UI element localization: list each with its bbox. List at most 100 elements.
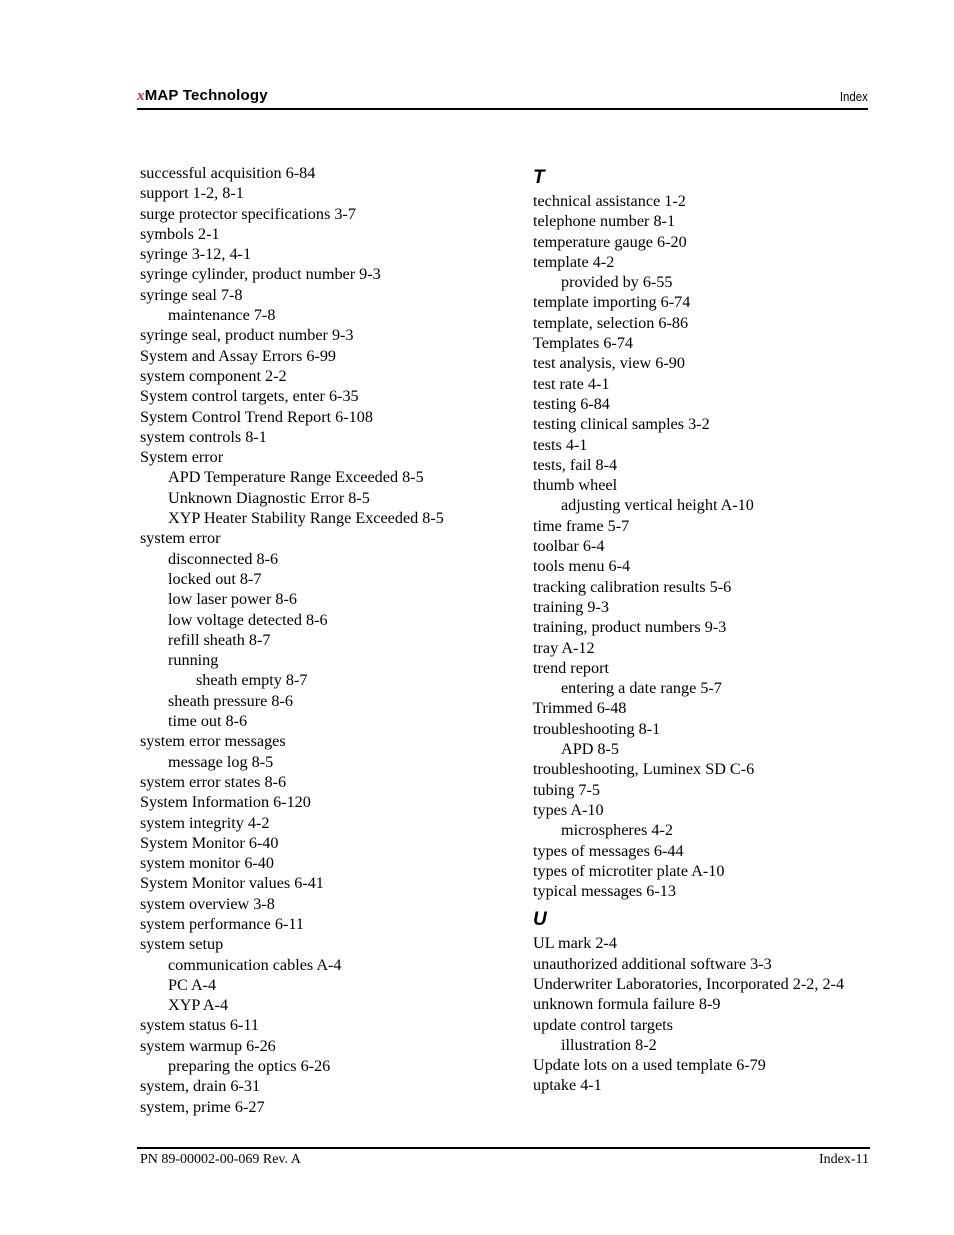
index-entry: System and Assay Errors 6-99 [140, 346, 337, 365]
index-entry: system error [140, 529, 221, 548]
index-entry: testing 6-84 [533, 394, 610, 413]
index-entry: system, drain 6-31 [140, 1077, 261, 1096]
index-subentry: adjusting vertical height A-10 [561, 496, 754, 515]
index-entry: system overview 3-8 [140, 894, 275, 913]
index-entry: syringe 3-12, 4-1 [140, 245, 252, 264]
index-entry: unknown formula failure 8-9 [533, 995, 721, 1014]
index-entry: tests 4-1 [533, 435, 588, 454]
index-entry: system component 2-2 [140, 366, 287, 385]
index-entry: UL mark 2-4 [533, 934, 617, 953]
index-subentry: illustration 8-2 [561, 1035, 657, 1054]
brand-prefix: x [137, 88, 145, 104]
index-entry: typical messages 6-13 [533, 882, 676, 901]
index-entry: syringe seal, product number 9-3 [140, 326, 354, 345]
index-entry: troubleshooting 8-1 [533, 719, 661, 738]
index-entry: testing clinical samples 3-2 [533, 415, 710, 434]
index-entry: System Information 6-120 [140, 793, 311, 812]
index-entry: technical assistance 1-2 [533, 192, 686, 210]
index-entry: tools menu 6-4 [533, 557, 631, 576]
index-entry: update control targets [533, 1015, 673, 1034]
index-subentry: refill sheath 8-7 [168, 630, 271, 649]
index-entry: types of messages 6-44 [533, 841, 684, 860]
index-subentry: provided by 6-55 [561, 273, 673, 292]
index-entry: system setup [140, 935, 224, 954]
index-subentry: low voltage detected 8-6 [168, 610, 328, 629]
index-entry: Trimmed 6-48 [533, 699, 627, 718]
index-subentry: sheath empty 8-7 [196, 671, 308, 690]
index-entry: unauthorized additional software 3-3 [533, 954, 772, 973]
index-entry: toolbar 6-4 [533, 537, 605, 556]
index-subentry: preparing the optics 6-26 [168, 1057, 331, 1076]
index-subentry: XYP Heater Stability Range Exceeded 8-5 [168, 509, 444, 528]
index-entry: system status 6-11 [140, 1016, 260, 1035]
index-letter-heading: U [533, 909, 547, 931]
index-subentry: message log 8-5 [168, 752, 274, 771]
index-entry: system monitor 6-40 [140, 854, 274, 873]
header-divider [137, 108, 868, 110]
index-subentry: low laser power 8-6 [168, 590, 298, 609]
index-entry: system integrity 4-2 [140, 813, 270, 832]
index-subentry: sheath pressure 8-6 [168, 691, 293, 710]
index-entry: temperature gauge 6-20 [533, 232, 687, 251]
index-entry: surge protector specifications 3-7 [140, 204, 356, 223]
index-entry: successful acquisition 6-84 [140, 164, 316, 182]
index-subentry: time out 8-6 [168, 712, 248, 731]
index-entry: telephone number 8-1 [533, 212, 676, 231]
index-entry: tests, fail 8-4 [533, 455, 618, 474]
index-entry: test rate 4-1 [533, 374, 610, 393]
page-header: xMAP Technology Index [137, 87, 868, 109]
index-entry: template importing 6-74 [533, 293, 691, 312]
index-entry: troubleshooting, Luminex SD C-6 [533, 760, 755, 779]
index-entry: system error messages [140, 732, 286, 751]
index-entry: system warmup 6-26 [140, 1036, 276, 1055]
index-entry: system error states 8-6 [140, 772, 287, 791]
index-entry: symbols 2-1 [140, 224, 220, 243]
index-letter-heading: T [533, 167, 545, 188]
index-subentry: XYP A-4 [168, 996, 229, 1015]
index-entry: training, product numbers 9-3 [533, 618, 727, 637]
index-entry: System control targets, enter 6-35 [140, 387, 359, 406]
index-entry: syringe cylinder, product number 9-3 [140, 265, 381, 284]
index-entry: uptake 4-1 [533, 1076, 602, 1095]
index-column-right: Ttechnical assistance 1-2 telephone numbe… [533, 165, 873, 1096]
index-entry: tray A-12 [533, 638, 595, 657]
index-subentry: microspheres 4-2 [561, 821, 673, 840]
index-entry: time frame 5-7 [533, 516, 630, 535]
part-number: PN 89-00002-00-069 Rev. A [140, 1152, 301, 1167]
footer-divider [137, 1147, 870, 1149]
page-number: Index-11 [818, 1152, 869, 1167]
index-subentry: communication cables A-4 [168, 955, 342, 974]
index-entry: training 9-3 [533, 597, 609, 616]
index-entry: system, prime 6-27 [140, 1097, 265, 1116]
index-entry: System Monitor values 6-41 [140, 874, 324, 893]
index-subentry: disconnected 8-6 [168, 549, 279, 568]
index-entry: System error [140, 448, 224, 467]
index-subentry: APD Temperature Range Exceeded 8-5 [168, 468, 424, 487]
index-subentry: locked out 8-7 [168, 569, 262, 588]
section-title: Index [840, 89, 868, 104]
index-entry: tubing 7-5 [533, 780, 600, 799]
index-subentry: Unknown Diagnostic Error 8-5 [168, 488, 370, 507]
index-subentry: maintenance 7-8 [168, 306, 276, 325]
index-entry: Underwriter Laboratories, Incorporated 2… [533, 974, 845, 993]
index-entry: thumb wheel [533, 476, 618, 495]
index-column-left: successful acquisition 6-84 support 1-2, … [140, 163, 520, 1117]
index-entry: system controls 8-1 [140, 427, 267, 446]
brand-name: MAP Technology [144, 87, 268, 104]
index-entry: System Control Trend Report 6-108 [140, 407, 373, 426]
index-entry: tracking calibration results 5-6 [533, 577, 732, 596]
index-subentry: APD 8-5 [561, 740, 620, 759]
index-entry: template, selection 6-86 [533, 313, 689, 332]
index-entry: trend report [533, 658, 609, 677]
index-entry: system performance 6-11 [140, 914, 304, 933]
brand-title: xMAP Technology [137, 87, 268, 105]
index-subentry: running [168, 651, 219, 670]
index-subentry: entering a date range 5-7 [561, 679, 722, 698]
index-entry: types of microtiter plate A-10 [533, 861, 725, 880]
index-subentry: PC A-4 [168, 975, 217, 994]
index-entry: template 4-2 [533, 252, 615, 271]
index-entry: Templates 6-74 [533, 334, 634, 353]
index-entry: syringe seal 7-8 [140, 285, 243, 304]
index-entry: test analysis, view 6-90 [533, 354, 685, 373]
index-entry: Update lots on a used template 6-79 [533, 1056, 766, 1075]
